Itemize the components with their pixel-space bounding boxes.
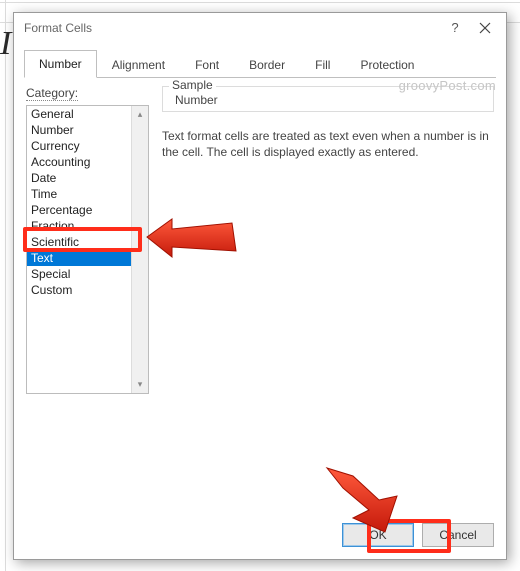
category-item-scientific[interactable]: Scientific xyxy=(27,234,133,250)
background-text: I xyxy=(0,25,11,63)
category-description: Text format cells are treated as text ev… xyxy=(162,128,494,160)
scroll-up-icon[interactable]: ▴ xyxy=(132,106,148,123)
category-item-general[interactable]: General xyxy=(27,106,133,122)
tab-strip: Number Alignment Font Border Fill Protec… xyxy=(24,43,496,78)
category-item-special[interactable]: Special xyxy=(27,266,133,282)
category-item-date[interactable]: Date xyxy=(27,170,133,186)
category-item-number[interactable]: Number xyxy=(27,122,133,138)
category-label: Category: xyxy=(26,86,78,101)
close-button[interactable] xyxy=(470,13,500,43)
dialog-body: Category: General Number Currency Accoun… xyxy=(14,78,506,402)
close-icon xyxy=(479,22,491,34)
tab-alignment[interactable]: Alignment xyxy=(97,51,180,78)
category-item-fraction[interactable]: Fraction xyxy=(27,218,133,234)
sample-area: Sample Number Text format cells are trea… xyxy=(162,86,494,160)
category-item-text[interactable]: Text xyxy=(27,250,133,266)
scroll-down-icon[interactable]: ▾ xyxy=(132,376,148,393)
tab-border[interactable]: Border xyxy=(234,51,300,78)
sample-label: Sample xyxy=(169,78,216,92)
watermark: groovyPost.com xyxy=(399,78,496,93)
tab-number[interactable]: Number xyxy=(24,50,97,78)
ok-button[interactable]: OK xyxy=(342,523,414,547)
category-item-custom[interactable]: Custom xyxy=(27,282,133,298)
category-scrollbar[interactable]: ▴ ▾ xyxy=(131,106,148,393)
dialog-title: Format Cells xyxy=(24,21,92,35)
help-button[interactable]: ? xyxy=(440,13,470,43)
category-item-currency[interactable]: Currency xyxy=(27,138,133,154)
category-item-accounting[interactable]: Accounting xyxy=(27,154,133,170)
category-item-time[interactable]: Time xyxy=(27,186,133,202)
tab-fill[interactable]: Fill xyxy=(300,51,345,78)
sample-value: Number xyxy=(175,93,218,107)
button-row: OK Cancel xyxy=(342,523,494,547)
canvas: I Format Cells ? Number Alignment Font B… xyxy=(0,0,520,571)
titlebar: Format Cells ? xyxy=(14,13,506,43)
tab-font[interactable]: Font xyxy=(180,51,234,78)
category-item-percentage[interactable]: Percentage xyxy=(27,202,133,218)
format-cells-dialog: Format Cells ? Number Alignment Font Bor… xyxy=(13,12,507,560)
cancel-button[interactable]: Cancel xyxy=(422,523,494,547)
tab-protection[interactable]: Protection xyxy=(345,51,429,78)
category-listbox[interactable]: General Number Currency Accounting Date … xyxy=(26,105,149,394)
